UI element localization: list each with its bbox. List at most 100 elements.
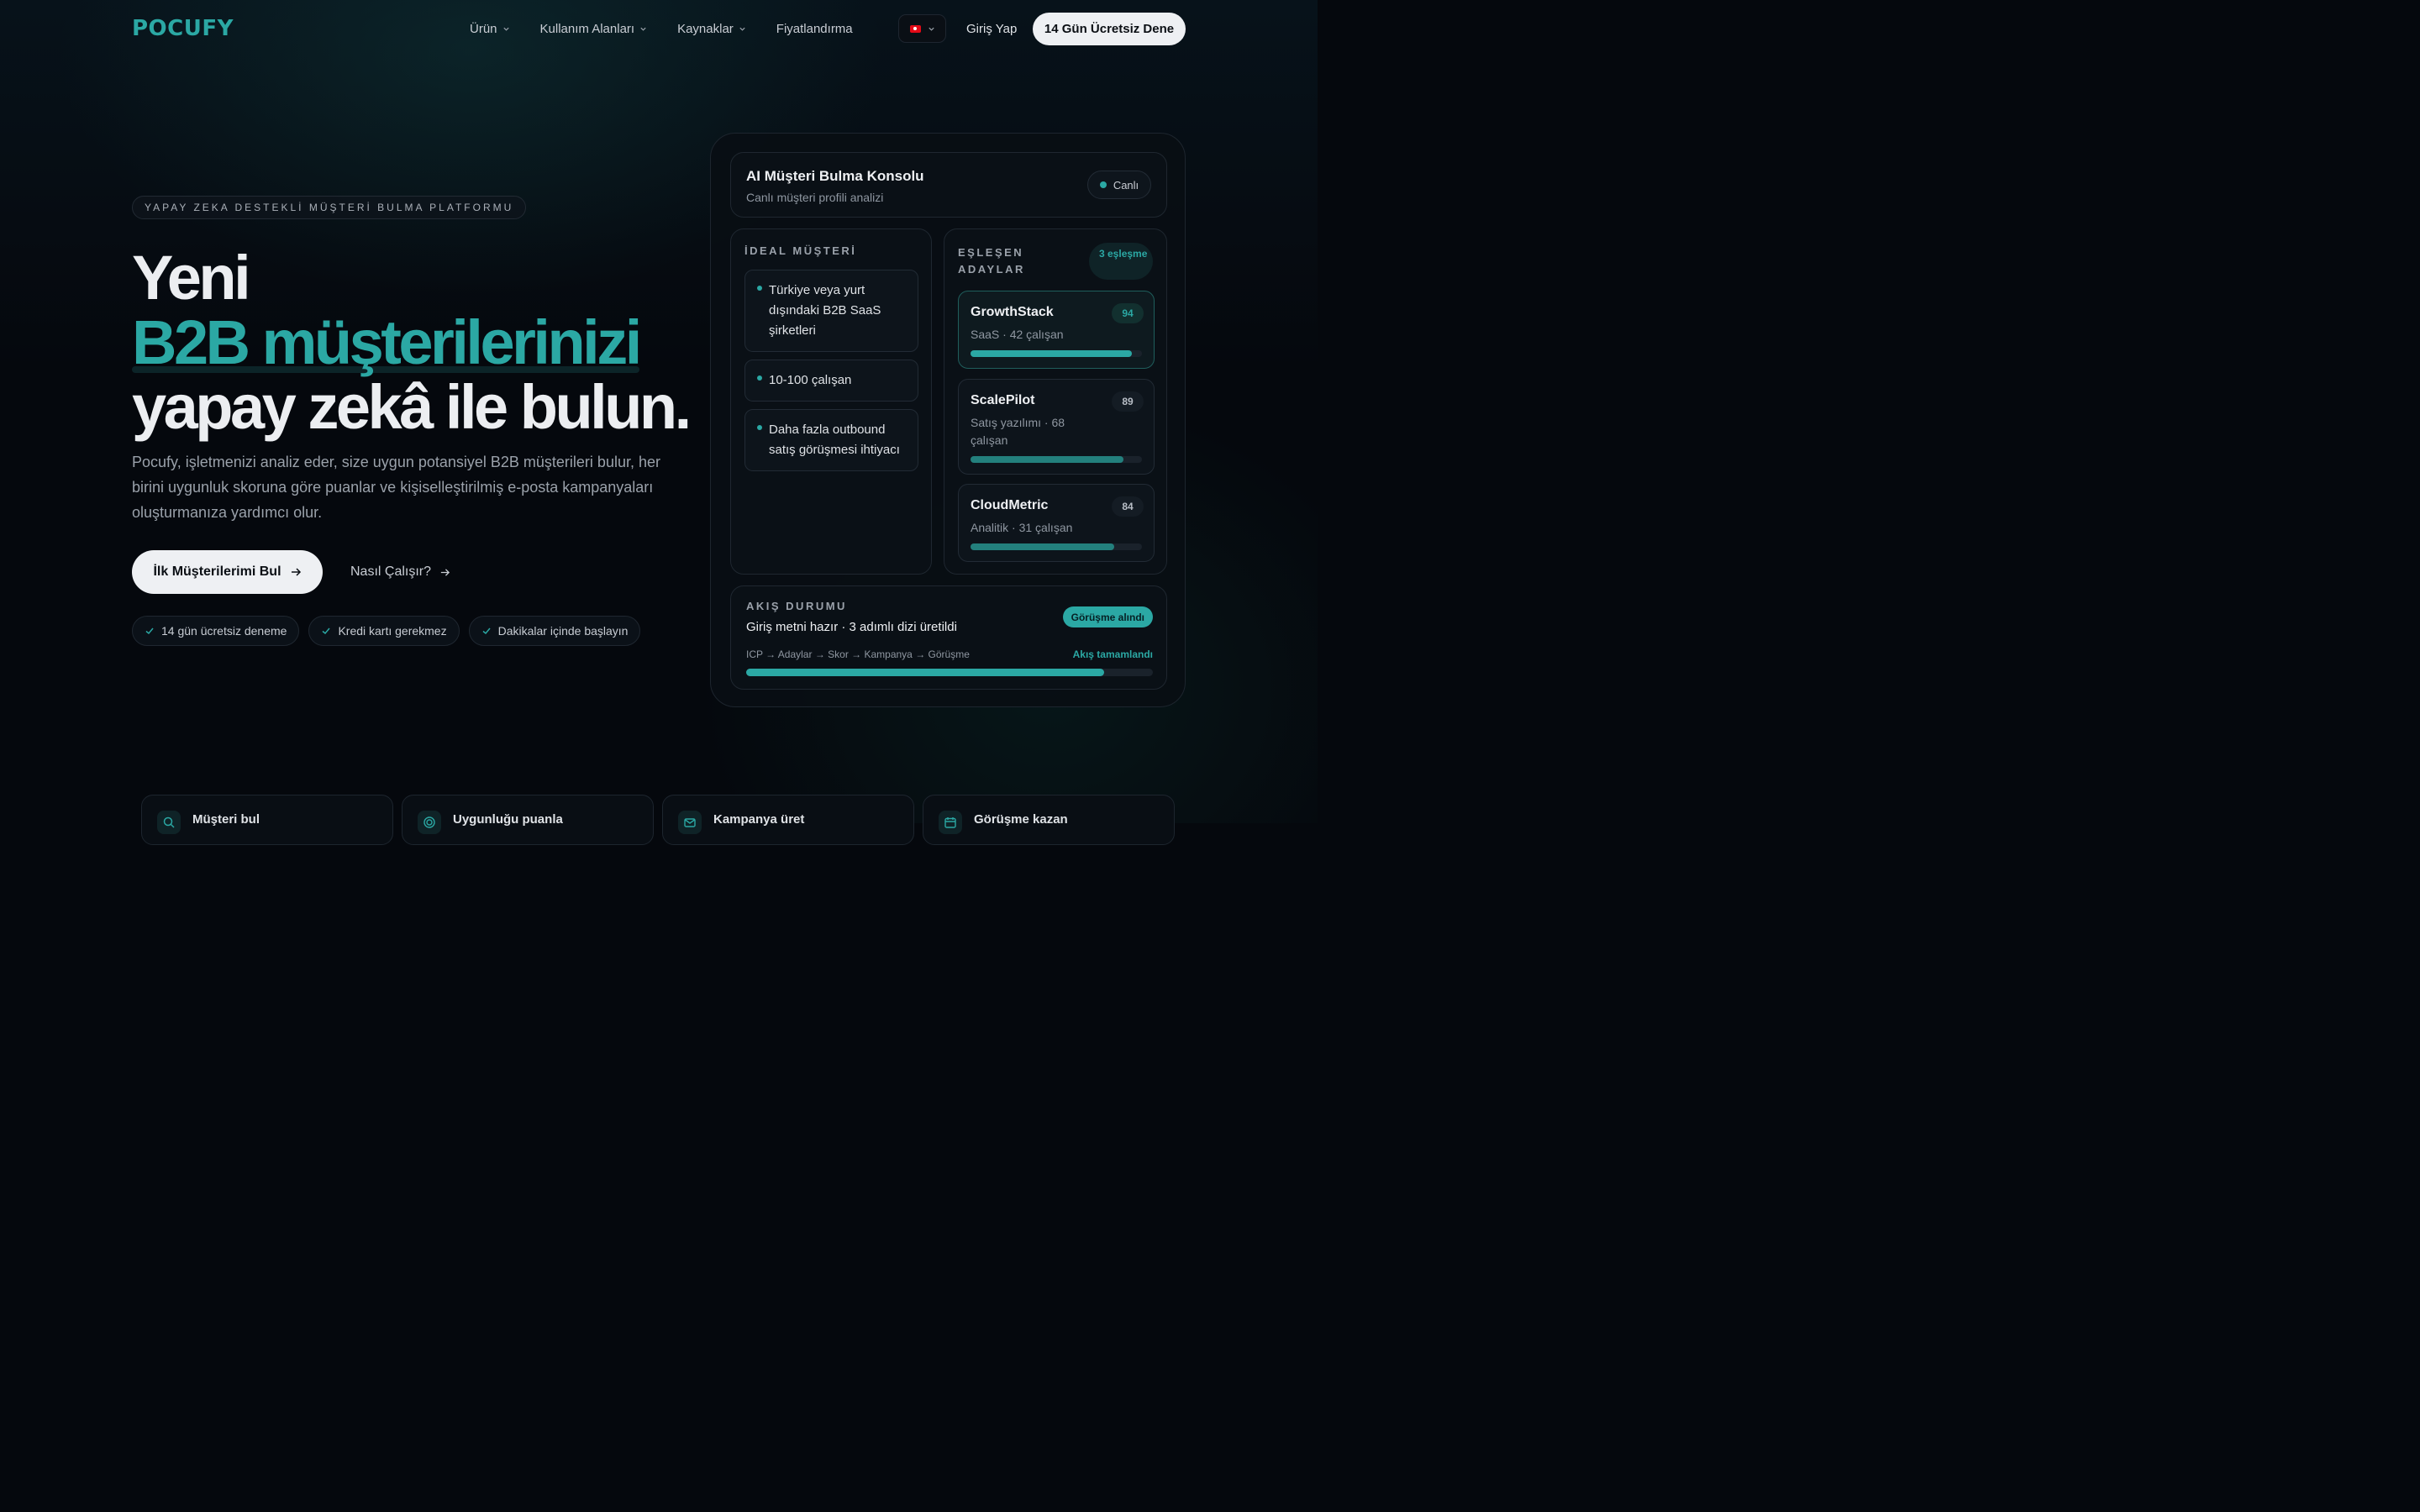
fit-score-bar <box>971 456 1142 463</box>
tr-flag-icon <box>909 24 921 33</box>
meeting-booked-badge: Görüşme alındı <box>1062 606 1153 627</box>
find-customers-label: İlk Müşterilerimi Bul <box>153 564 281 579</box>
nav-item-label: Fiyatlandırma <box>776 21 853 36</box>
feature-label: Görüşme kazan <box>974 812 1068 827</box>
chevron-down-icon <box>928 27 934 31</box>
arrow-right-icon <box>291 568 301 576</box>
hero-title-line-1: Yeni <box>132 243 251 312</box>
logo[interactable]: POCUFY <box>132 16 234 41</box>
ideal-criterion: Daha fazla outbound satış görüşmesi ihti… <box>744 409 918 471</box>
benefit-chip: 14 gün ücretsiz deneme <box>132 616 300 646</box>
lead-name: GrowthStack <box>971 305 1054 319</box>
benefit-chip-label: Kredi kartı gerekmez <box>338 624 447 638</box>
calendar-icon <box>939 811 962 834</box>
fit-score-bar-fill <box>971 456 1123 463</box>
fit-score-badge: 94 <box>1112 303 1144 323</box>
benefit-chip-label: Dakikalar içinde başlayın <box>497 624 629 638</box>
find-customers-button[interactable]: İlk Müşterilerimi Bul <box>132 550 323 594</box>
nav-item-fiyatlandirma[interactable]: Fiyatlandırma <box>776 22 853 36</box>
ideal-customer-title: İDEAL MÜŞTERİ <box>744 244 857 257</box>
matched-leads-title: EŞLEŞEN ADAYLAR <box>958 246 1025 276</box>
flow-status-panel: AKIŞ DURUMU Giriş metni hazır · 3 adımlı… <box>730 585 1167 690</box>
ideal-criterion: Türkiye veya yurt dışındaki B2B SaaS şir… <box>744 270 918 352</box>
live-label: Canlı <box>1113 178 1139 192</box>
lead-meta: SaaS · 42 çalışan <box>971 328 1064 341</box>
fit-score-bar <box>971 543 1142 550</box>
flow-complete-label: Akış tamamlandı <box>1072 648 1153 660</box>
hero-title-line-2: B2B müşterilerinizi <box>132 307 642 377</box>
lead-meta: Analitik · 31 çalışan <box>971 521 1073 534</box>
how-it-works-link[interactable]: Nasıl Çalışır? <box>350 550 450 594</box>
lead-meta: Satış yazılımı · 68 çalışan <box>971 416 1065 447</box>
live-status-badge: Canlı <box>1087 171 1151 199</box>
fit-score-badge: 89 <box>1112 391 1144 412</box>
target-icon <box>418 811 441 834</box>
bullet-icon <box>757 425 762 430</box>
bullet-icon <box>757 375 762 381</box>
match-count-badge: 3 eşleşme <box>1089 243 1153 280</box>
ideal-criterion: 10-100 çalışan <box>744 360 918 402</box>
nav-item-label: Kullanım Alanları <box>539 21 635 36</box>
fit-score-badge: 84 <box>1112 496 1144 517</box>
nav-item-kaynaklar[interactable]: Kaynaklar <box>677 22 746 36</box>
feature-card[interactable]: Müşteri bul <box>141 795 393 845</box>
check-icon <box>322 627 331 635</box>
flow-status-text: Giriş metni hazır · 3 adımlı dizi üretil… <box>746 620 957 634</box>
lead-card-cloudmetric[interactable]: CloudMetric Analitik · 31 çalışan 84 <box>958 484 1155 562</box>
login-link[interactable]: Giriş Yap <box>966 12 1017 45</box>
lead-name: ScalePilot <box>971 393 1035 407</box>
live-dot-icon <box>1099 181 1107 188</box>
check-icon <box>482 627 491 635</box>
check-icon <box>145 627 154 635</box>
language-selector[interactable] <box>898 14 946 43</box>
fit-score-bar-fill <box>971 350 1132 357</box>
feature-label: Müşteri bul <box>192 812 260 827</box>
fit-score-bar <box>971 350 1142 357</box>
flow-status-title: AKIŞ DURUMU <box>746 600 847 612</box>
lead-name: CloudMetric <box>971 498 1049 512</box>
nav-item-label: Ürün <box>470 21 497 36</box>
fit-score-bar-fill <box>971 543 1115 550</box>
ideal-criterion-text: Daha fazla outbound satış görüşmesi ihti… <box>769 423 900 457</box>
hero-title-line-3: yapay zekâ ile bulun. <box>132 372 692 442</box>
feature-card[interactable]: Uygunluğu puanla <box>402 795 654 845</box>
lead-card-scalepilot[interactable]: ScalePilot Satış yazılımı · 68 çalışan 8… <box>958 379 1155 475</box>
nav-item-kullanim-alanlari[interactable]: Kullanım Alanları <box>540 22 648 36</box>
chevron-down-icon <box>640 27 646 31</box>
feature-strip: Müşteri bul Uygunluğu puanla Kampanya ür… <box>141 795 1175 845</box>
benefit-chips: 14 gün ücretsiz deneme Kredi kartı gerek… <box>132 616 641 646</box>
flow-progress-fill <box>746 669 1104 676</box>
page: POCUFY Ürün Kullanım Alanları Kaynaklar … <box>0 0 1318 845</box>
console-subtitle: Canlı müşteri profili analizi <box>746 191 884 204</box>
nav-item-label: Kaynaklar <box>677 21 734 36</box>
how-it-works-label: Nasıl Çalışır? <box>350 564 432 579</box>
matched-leads-panel: EŞLEŞEN ADAYLAR 3 eşleşme GrowthStack Sa… <box>944 228 1167 575</box>
flow-progress-bar <box>746 669 1153 676</box>
flow-steps: ICP → Adaylar → Skor → Kampanya → Görüşm… <box>746 648 970 660</box>
chevron-down-icon <box>739 27 745 31</box>
benefit-chip: Dakikalar içinde başlayın <box>468 616 641 646</box>
console-header: AI Müşteri Bulma Konsolu Canlı müşteri p… <box>730 152 1167 218</box>
ideal-criterion-text: Türkiye veya yurt dışındaki B2B SaaS şir… <box>769 283 881 338</box>
chevron-down-icon <box>502 27 509 31</box>
benefit-chip-label: 14 gün ücretsiz deneme <box>161 624 287 638</box>
mail-icon <box>678 811 702 834</box>
arrow-right-icon <box>440 568 450 576</box>
feature-card[interactable]: Kampanya üret <box>662 795 914 845</box>
hero-description: Pocufy, işletmenizi analiz eder, size uy… <box>132 454 660 521</box>
ai-console-card: AI Müşteri Bulma Konsolu Canlı müşteri p… <box>710 133 1186 707</box>
nav-item-urun[interactable]: Ürün <box>470 22 510 36</box>
top-nav: POCUFY Ürün Kullanım Alanları Kaynaklar … <box>132 12 1186 45</box>
feature-label: Uygunluğu puanla <box>453 812 563 827</box>
hero-title: Yeni B2B müşterilerinizi yapay zekâ ile … <box>132 243 692 442</box>
search-icon <box>157 811 181 834</box>
nav-links: Ürün Kullanım Alanları Kaynaklar Fiyatla… <box>470 12 853 45</box>
ideal-criterion-text: 10-100 çalışan <box>769 373 852 387</box>
lead-card-growthstack[interactable]: GrowthStack SaaS · 42 çalışan 94 <box>958 291 1155 369</box>
console-title: AI Müşteri Bulma Konsolu <box>746 168 924 184</box>
free-trial-button[interactable]: 14 Gün Ücretsiz Dene <box>1033 13 1186 45</box>
ideal-customer-panel: İDEAL MÜŞTERİ Türkiye veya yurt dışındak… <box>730 228 932 575</box>
benefit-chip: Kredi kartı gerekmez <box>308 616 460 646</box>
feature-label: Kampanya üret <box>713 812 805 827</box>
feature-card[interactable]: Görüşme kazan <box>923 795 1175 845</box>
